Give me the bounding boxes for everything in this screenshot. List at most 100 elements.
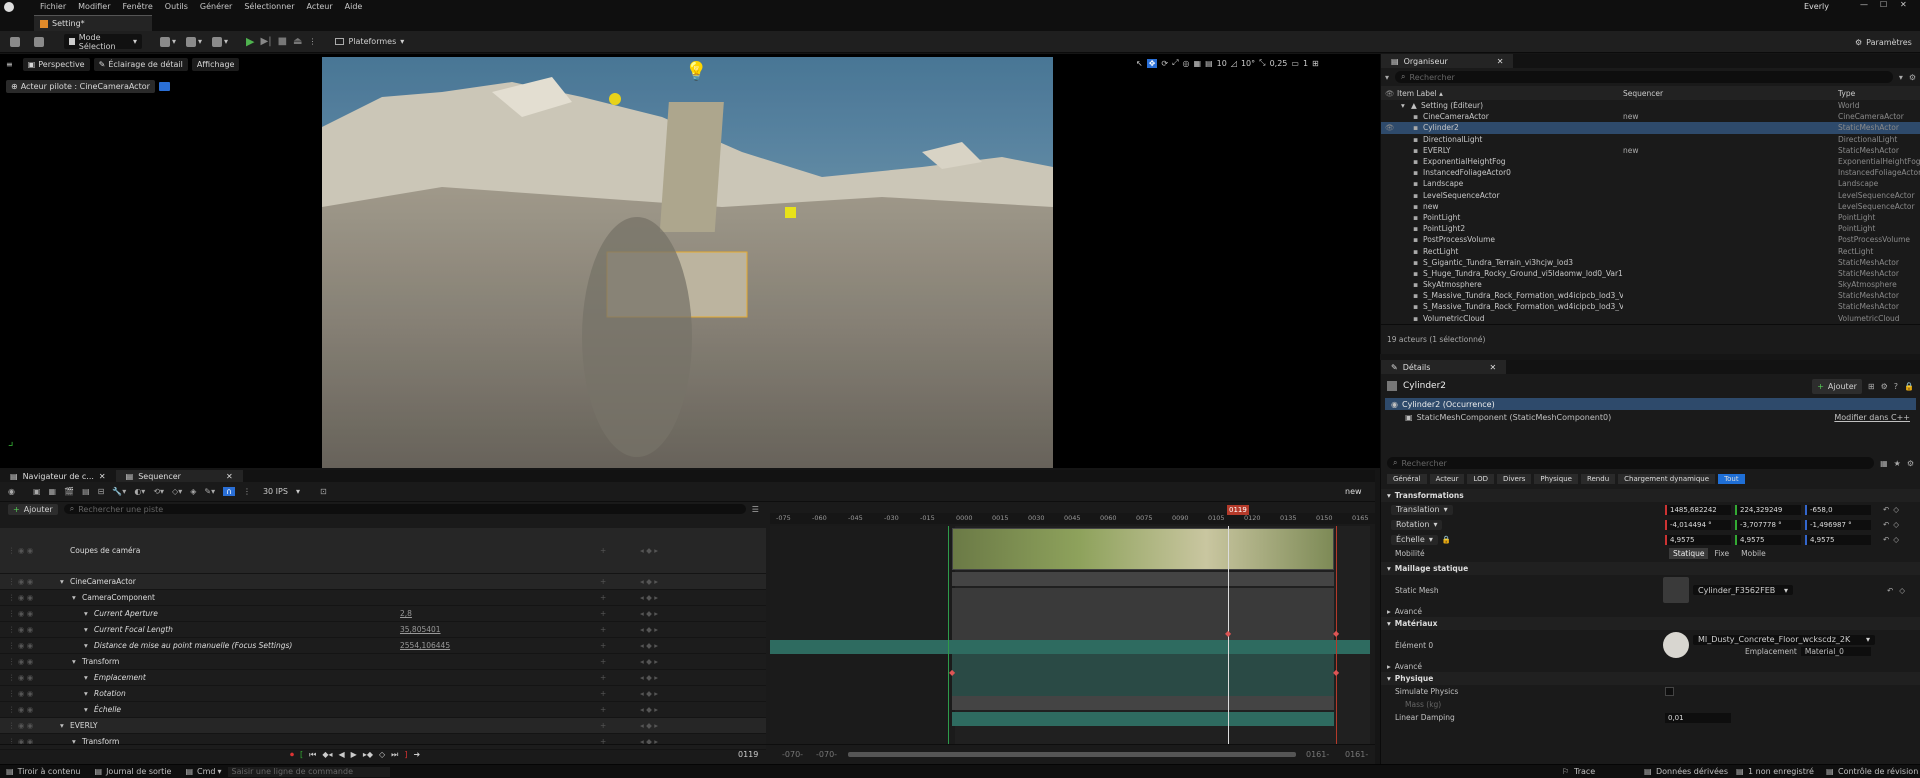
static-mesh-section[interactable]: ▾ Maillage statique bbox=[1381, 562, 1920, 575]
outliner-row[interactable]: ▪ DirectionalLight DirectionalLight bbox=[1381, 134, 1920, 145]
scale-snap-value[interactable]: 0,25 bbox=[1270, 59, 1288, 68]
track-value[interactable]: 2,8 bbox=[400, 609, 600, 618]
outliner-row[interactable]: ▪ new LevelSequenceActor bbox=[1381, 201, 1920, 212]
scale-z[interactable]: 4,9575 bbox=[1805, 534, 1871, 545]
point-light-icon[interactable]: 💡 bbox=[685, 61, 707, 82]
translation-z[interactable]: -658,0 bbox=[1805, 504, 1871, 515]
add-key-icon[interactable]: + bbox=[600, 641, 640, 650]
filter-tab[interactable]: Physique bbox=[1534, 474, 1578, 484]
details-search-box[interactable]: ⌕ Rechercher bbox=[1387, 457, 1875, 469]
keyframe-icon[interactable]: ◆ bbox=[1225, 629, 1231, 638]
outliner-row[interactable]: ▪ S_Huge_Tundra_Rocky_Ground_vi5ldaomw_lo… bbox=[1381, 268, 1920, 279]
chevron-down-icon[interactable]: ▾ bbox=[198, 37, 202, 46]
menu-acteur[interactable]: Acteur bbox=[306, 2, 332, 11]
help-icon[interactable]: ? bbox=[1894, 382, 1898, 391]
level-viewport[interactable]: 💡 ≡ ▣ Perspective ✎ Éclairage de détail Af… bbox=[0, 54, 1380, 468]
track-value[interactable]: 2554,106445 bbox=[400, 641, 600, 650]
fps-dropdown[interactable]: 30 IPS bbox=[263, 487, 288, 496]
close-icon[interactable]: ✕ bbox=[1489, 363, 1496, 372]
prev-frame-icon[interactable]: ◀ bbox=[339, 750, 345, 759]
filter-icon[interactable]: ▾ bbox=[1385, 73, 1389, 82]
revision-control-button[interactable]: Contrôle de révision bbox=[1838, 767, 1918, 776]
pilot-actor-button[interactable]: ⊕ Acteur pilote : CineCameraActor bbox=[6, 80, 155, 93]
column-item-label[interactable]: Item Label ▴ bbox=[1397, 89, 1623, 98]
table-view-icon[interactable]: ▦ bbox=[1880, 459, 1888, 468]
outliner-search-box[interactable]: ⌕ Rechercher bbox=[1395, 71, 1893, 83]
chevron-down-icon[interactable]: ▾ bbox=[296, 487, 300, 496]
keyframe-nav-icon[interactable]: ◂ ◆ ▸ bbox=[640, 546, 658, 555]
view-icon[interactable]: ◐▾ bbox=[134, 487, 145, 496]
linear-damping-value[interactable]: 0,01 bbox=[1665, 712, 1731, 723]
column-sequencer[interactable]: Sequencer bbox=[1623, 89, 1838, 98]
outliner-row[interactable]: ▪ SkyAtmosphere SkyAtmosphere bbox=[1381, 279, 1920, 290]
save-icon[interactable] bbox=[10, 36, 20, 47]
add-key-icon[interactable]: + bbox=[600, 705, 640, 714]
outliner-tab[interactable]: ▤ Organiseur ✕ bbox=[1381, 54, 1514, 68]
next-frame-icon[interactable]: ▸◆ bbox=[363, 750, 373, 759]
outliner-row[interactable]: ▪ VolumetricCloud VolumetricCloud bbox=[1381, 313, 1920, 324]
timeline-ruler[interactable]: -075 -060 -045 -030 -015 0000 0015 0030 0045 0060… bbox=[770, 513, 1375, 524]
keyframe-nav-icon[interactable]: ◂ ◆ ▸ bbox=[640, 625, 658, 634]
filter-tab[interactable]: LOD bbox=[1467, 474, 1495, 484]
track-controls-icon[interactable]: ⋮ ◉ ◉ bbox=[0, 593, 72, 602]
material-dropdown[interactable]: MI_Dusty_Concrete_Floor_wckscdz_2K ▾ bbox=[1693, 634, 1875, 645]
rotation-z[interactable]: -1,496987 ° bbox=[1805, 519, 1871, 530]
angle-snap-value[interactable]: 10° bbox=[1241, 59, 1255, 68]
cmd-dropdown[interactable]: Cmd bbox=[197, 767, 215, 776]
rect-light-icon[interactable] bbox=[785, 207, 796, 218]
details-tab[interactable]: ✎ Détails ✕ bbox=[1381, 360, 1507, 374]
track-controls-icon[interactable]: ⋮ ◉ ◉ bbox=[0, 657, 72, 666]
outliner-row[interactable]: ▪ Landscape Landscape bbox=[1381, 178, 1920, 189]
close-icon[interactable]: ✕ bbox=[226, 472, 233, 481]
simulate-physics-checkbox[interactable] bbox=[1665, 687, 1674, 696]
scene-render[interactable]: 💡 bbox=[322, 57, 1053, 468]
keyframe-nav-icon[interactable]: ◂ ◆ ▸ bbox=[640, 721, 658, 730]
details-search-input[interactable]: Rechercher bbox=[1401, 459, 1446, 468]
column-type[interactable]: Type bbox=[1838, 89, 1920, 98]
set-end-icon[interactable]: ] bbox=[404, 750, 407, 759]
current-frame-field[interactable]: 0119 bbox=[738, 750, 758, 759]
save-icon[interactable]: ▣ bbox=[33, 487, 41, 496]
keyframe-nav-icon[interactable]: ◂ ◆ ▸ bbox=[640, 593, 658, 602]
static-mesh-dropdown[interactable]: Cylinder_F3562FEB ▾ bbox=[1693, 585, 1793, 595]
translation-dropdown[interactable]: Translation ▾ bbox=[1391, 504, 1453, 515]
track-row[interactable]: ⋮ ◉ ◉ ▾ EVERLY + ◂ ◆ ▸ bbox=[0, 718, 766, 734]
snap-icon[interactable]: ∩ bbox=[223, 487, 235, 496]
close-icon[interactable]: ✕ bbox=[1497, 57, 1504, 66]
trace-button[interactable]: Trace bbox=[1574, 767, 1595, 776]
outliner-row[interactable]: ▪ EVERLY new StaticMeshActor bbox=[1381, 145, 1920, 156]
keyframe-icon[interactable]: ◇ bbox=[1893, 535, 1899, 544]
record-icon[interactable]: ⏺ bbox=[290, 750, 294, 760]
outliner-row[interactable]: ▪ RectLight RectLight bbox=[1381, 245, 1920, 256]
add-key-icon[interactable]: + bbox=[600, 577, 640, 586]
materials-section[interactable]: ▾ Matériaux bbox=[1381, 617, 1920, 630]
track-controls-icon[interactable]: ⋮ ◉ ◉ bbox=[0, 577, 60, 586]
play-icon[interactable]: ▶ bbox=[351, 750, 357, 759]
key-icon[interactable]: ◇▾ bbox=[172, 487, 182, 496]
add-key-icon[interactable]: + bbox=[600, 546, 640, 555]
working-end-field[interactable]: 0161- bbox=[1306, 750, 1329, 759]
chevron-down-icon[interactable]: ▾ bbox=[72, 593, 82, 602]
track-controls-icon[interactable]: ⋮ ◉ ◉ bbox=[0, 705, 84, 714]
scale-dropdown[interactable]: Échelle ▾ bbox=[1391, 534, 1438, 545]
add-key-icon[interactable]: + bbox=[600, 673, 640, 682]
outliner-root-row[interactable]: ▾ ▲ Setting (Éditeur) World bbox=[1381, 100, 1920, 111]
translation-x[interactable]: 1485,682242 bbox=[1665, 504, 1731, 515]
track-row[interactable]: ⋮ ◉ ◉ ▾ Distance de mise au point manuelle… bbox=[0, 638, 766, 654]
transforms-section[interactable]: ▾ Transformations bbox=[1381, 489, 1920, 502]
mode-select-button[interactable]: Mode Sélection ▾ bbox=[64, 33, 142, 51]
material-thumbnail[interactable] bbox=[1663, 632, 1689, 658]
track-row[interactable]: ⋮ ◉ ◉ ▾ CameraComponent + ◂ ◆ ▸ bbox=[0, 590, 766, 606]
world-icon[interactable]: ◎ bbox=[1183, 59, 1190, 68]
camera-lock-icon[interactable] bbox=[158, 82, 170, 91]
filter-tab[interactable]: Chargement dynamique bbox=[1618, 474, 1716, 484]
add-component-button[interactable]: + Ajouter bbox=[1812, 378, 1862, 394]
view-start-field[interactable]: -070- bbox=[782, 750, 803, 759]
filter-tab[interactable]: Rendu bbox=[1580, 474, 1616, 484]
add-key-icon[interactable]: + bbox=[600, 721, 640, 730]
outliner-row[interactable]: ▪ PointLight PointLight bbox=[1381, 212, 1920, 223]
outliner-row[interactable]: ▪ S_Gigantic_Tundra_Terrain_vi3hcjw_lod3 S… bbox=[1381, 257, 1920, 268]
menu-fenetre[interactable]: Fenêtre bbox=[123, 2, 153, 11]
rotation-y[interactable]: -3,707778 ° bbox=[1735, 519, 1801, 530]
menu-fichier[interactable]: Fichier bbox=[40, 2, 66, 11]
